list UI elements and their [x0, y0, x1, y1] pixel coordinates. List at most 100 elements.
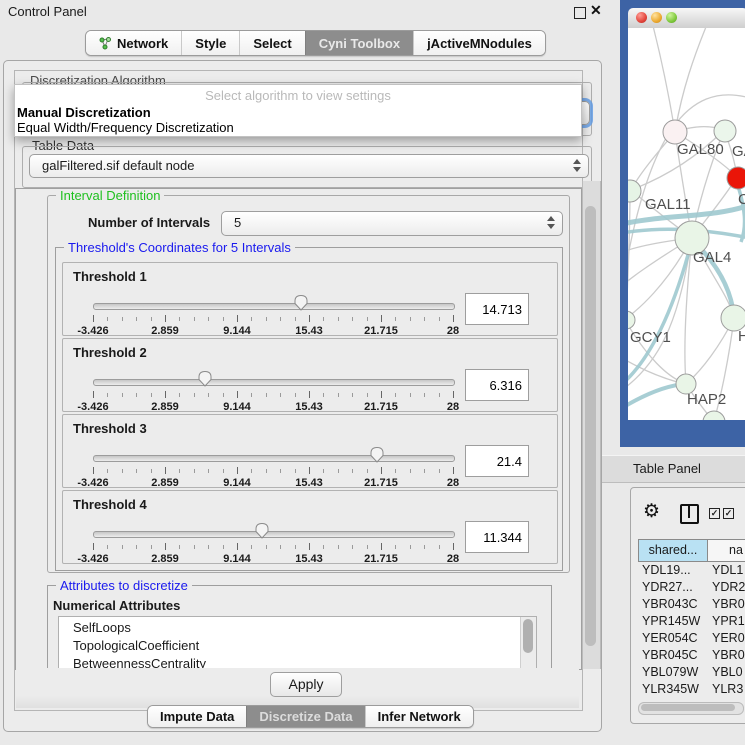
node-table-rows[interactable]: YDL19...YDL1YDR27...YDR2YBR043CYBR0YPR14…	[638, 562, 745, 701]
slider-tick	[151, 469, 152, 473]
table-row[interactable]: YDL19...YDL1	[638, 562, 745, 579]
slider-tick	[352, 317, 353, 321]
slider-tick	[424, 317, 425, 321]
split-columns-icon[interactable]	[680, 504, 699, 524]
cell-name: YBL0	[712, 664, 743, 681]
tab-label: Style	[195, 36, 226, 51]
threshold-1-value-input[interactable]	[465, 293, 529, 325]
tab-discretize-data[interactable]: Discretize Data	[246, 706, 364, 727]
slider-tick	[266, 469, 267, 473]
attribute-list-item[interactable]: SelfLoops	[59, 619, 536, 637]
slider-tick	[208, 469, 209, 473]
threshold-3-value-input[interactable]	[465, 445, 529, 477]
slider-tick	[280, 317, 281, 321]
combo-stepper-icon	[573, 159, 581, 172]
threshold-3-slider[interactable]: -3.4262.8599.14415.4321.71528	[93, 443, 453, 487]
column-header-shared-name[interactable]: shared...	[638, 539, 708, 562]
slider-thumb[interactable]	[293, 294, 308, 316]
threshold-2-value-input[interactable]	[465, 369, 529, 401]
table-row[interactable]: YDR27...YDR2	[638, 579, 745, 596]
slider-thumb[interactable]	[370, 446, 385, 468]
zoom-traffic-light-icon[interactable]	[666, 12, 677, 23]
dropdown-option-equal-width-frequency[interactable]: Equal Width/Frequency Discretization	[17, 120, 234, 135]
attribute-list-item[interactable]: TopologicalCoefficient	[59, 637, 536, 655]
numerical-attributes-list[interactable]: SelfLoopsTopologicalCoefficientBetweenne…	[58, 616, 537, 670]
table-row[interactable]: YBR045CYBR0	[638, 647, 745, 664]
table-horizontal-scrollbar[interactable]	[638, 702, 744, 715]
slider-tick	[381, 391, 382, 398]
slider-track[interactable]	[93, 379, 455, 386]
cell-shared-name: YBL079W	[642, 664, 698, 681]
list-scrollbar[interactable]	[520, 617, 536, 670]
table-row[interactable]: YBL079W YBL0	[638, 664, 745, 681]
slider-thumb[interactable]	[197, 370, 212, 392]
table-row[interactable]: YIL052CYIL0	[638, 698, 745, 701]
slider-tick-label: 9.144	[223, 401, 251, 413]
table-row[interactable]: YPR145WYPR1	[638, 613, 745, 630]
table-data-combobox[interactable]: galFiltered.sif default node	[29, 154, 589, 178]
list-scrollbar-thumb[interactable]	[523, 619, 533, 653]
slider-thumb[interactable]	[255, 522, 270, 544]
tab-select[interactable]: Select	[239, 31, 304, 55]
tab-cyni-toolbox[interactable]: Cyni Toolbox	[305, 31, 413, 55]
slider-ticks	[93, 391, 453, 400]
slider-tick-label: 21.715	[364, 401, 398, 413]
column-header-name[interactable]: na	[707, 539, 745, 562]
node-red-selected[interactable]	[727, 167, 745, 189]
threshold-4-value-input[interactable]	[465, 521, 529, 553]
node-gal11[interactable]	[628, 180, 641, 202]
slider-tick	[165, 391, 166, 398]
cell-shared-name: YDL19...	[642, 562, 691, 579]
tab-jactivemnodules[interactable]: jActiveMNodules	[413, 31, 545, 55]
slider-tick	[410, 469, 411, 473]
dropdown-option-manual-discretization[interactable]: Manual Discretization	[17, 105, 151, 120]
slider-track[interactable]	[93, 303, 455, 310]
slider-tick	[395, 545, 396, 549]
panel-vertical-scrollbar[interactable]	[582, 181, 601, 669]
table-row[interactable]: YBR043CYBR0	[638, 596, 745, 613]
float-window-icon[interactable]	[574, 7, 586, 19]
minimize-traffic-light-icon[interactable]	[651, 12, 662, 23]
threshold-1-slider[interactable]: -3.4262.8599.14415.4321.71528	[93, 291, 453, 335]
number-of-intervals-combobox[interactable]: 5	[221, 211, 563, 236]
control-panel-titlebar: Control Panel ✕	[0, 0, 602, 24]
close-icon[interactable]: ✕	[590, 2, 602, 19]
table-scrollbar-thumb[interactable]	[641, 704, 735, 711]
apply-button[interactable]: Apply	[270, 672, 342, 697]
slider-tick-label: 28	[447, 325, 459, 337]
thresholds-group: Threshold's Coordinates for 5 Intervals …	[55, 247, 563, 571]
slider-track[interactable]	[93, 455, 455, 462]
threshold-2-slider[interactable]: -3.4262.8599.14415.4321.71528	[93, 367, 453, 411]
slider-tick	[93, 315, 94, 322]
slider-track[interactable]	[93, 531, 455, 538]
slider-tick	[367, 545, 368, 549]
slider-tick	[251, 393, 252, 397]
slider-tick	[266, 317, 267, 321]
slider-tick	[453, 315, 454, 322]
node-gal-partial[interactable]	[714, 120, 736, 142]
panel-scrollbar-thumb[interactable]	[585, 206, 596, 646]
cyni-toolbox-panel: Discretization Algorithm Select algorith…	[3, 60, 602, 732]
cell-name: YER0	[712, 630, 745, 647]
threshold-4-slider[interactable]: -3.4262.8599.14415.4321.71528	[93, 519, 453, 563]
node-gcy1[interactable]	[628, 311, 635, 329]
network-window-titlebar[interactable]	[628, 8, 745, 29]
gear-icon[interactable]: ⚙	[643, 502, 660, 521]
checkbox-icon[interactable]: ✓	[723, 508, 734, 519]
slider-tick-label: -3.426	[77, 553, 108, 565]
network-canvas[interactable]: GAL80 GA C GAL11 GAL4 GCY1 H HAP2	[628, 28, 745, 420]
cell-shared-name: YBR043C	[642, 596, 698, 613]
tab-impute-data[interactable]: Impute Data	[148, 706, 246, 727]
slider-tick	[439, 469, 440, 473]
slider-tick	[280, 469, 281, 473]
slider-tick-labels: -3.4262.8599.14415.4321.71528	[93, 553, 453, 565]
tab-network[interactable]: Network	[86, 31, 181, 55]
tab-style[interactable]: Style	[181, 31, 239, 55]
checkbox-icon[interactable]: ✓	[709, 508, 720, 519]
table-row[interactable]: YLR345WYLR3	[638, 681, 745, 698]
table-row[interactable]: YER054CYER0	[638, 630, 745, 647]
tab-infer-network[interactable]: Infer Network	[365, 706, 473, 727]
slider-tick-label: 15.43	[295, 553, 323, 565]
slider-tick	[381, 543, 382, 550]
close-traffic-light-icon[interactable]	[636, 12, 647, 23]
